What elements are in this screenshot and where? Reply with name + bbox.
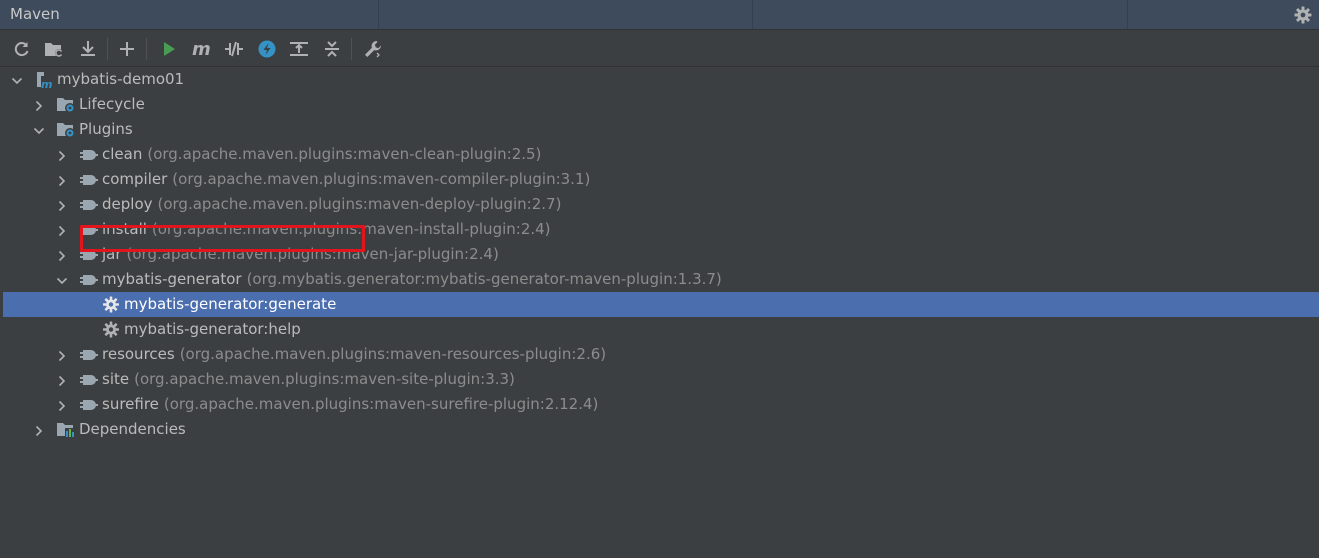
highlight-annotation (80, 225, 365, 252)
plugin-name: resources (102, 345, 175, 363)
chevron-down-icon[interactable] (56, 273, 68, 285)
maven-toolbar: m (0, 30, 1319, 67)
chevron-right-icon[interactable] (56, 373, 68, 387)
plugin-coordinates: (org.apache.maven.plugins:maven-resource… (179, 345, 607, 363)
plugin-coordinates: (org.apache.maven.plugins:maven-site-plu… (134, 370, 515, 388)
toolbar-separator (107, 38, 108, 60)
header-divider (1127, 0, 1128, 29)
plugin-icon (79, 270, 99, 289)
svg-text:m: m (41, 78, 52, 89)
plugin-icon (79, 195, 99, 214)
plugin-icon (79, 395, 99, 414)
dependencies-label: Dependencies (79, 420, 186, 438)
svg-text:m: m (192, 39, 211, 59)
toolbar-separator (146, 38, 147, 60)
plugin-coordinates: (org.apache.maven.plugins:maven-clean-pl… (147, 145, 542, 163)
tool-window-title: Maven (10, 5, 60, 23)
tree-node-plugin[interactable]: resources (org.apache.maven.plugins:maven… (0, 342, 1319, 367)
maven-project-icon: m (34, 70, 54, 91)
tree-node-plugin[interactable]: compiler (org.apache.maven.plugins:maven-… (0, 167, 1319, 192)
generate-sources-icon[interactable] (42, 37, 66, 61)
tree-node-goal-generate[interactable]: mybatis-generator:generate (3, 292, 1319, 317)
plugin-coordinates: (org.apache.maven.plugins:maven-deploy-p… (157, 195, 562, 213)
chevron-right-icon[interactable] (56, 173, 68, 187)
plugin-name: site (102, 370, 130, 388)
chevron-right-icon[interactable] (56, 348, 68, 362)
plugin-coordinates: (org.mybatis.generator:mybatis-generator… (246, 270, 722, 288)
project-label: mybatis-demo01 (57, 70, 185, 88)
toggle-offline-mode-icon[interactable] (222, 37, 246, 61)
chevron-down-icon[interactable] (33, 123, 45, 135)
plugin-icon (79, 145, 99, 164)
chevron-down-icon[interactable] (11, 73, 23, 85)
plugins-folder-icon (56, 120, 76, 139)
tree-node-goal-help[interactable]: mybatis-generator:help (0, 317, 1319, 342)
gear-icon[interactable] (1293, 5, 1313, 25)
toolbar-separator (351, 38, 352, 60)
execute-maven-goal-icon[interactable]: m (190, 37, 214, 61)
plugin-name: deploy (102, 195, 153, 213)
dependencies-folder-icon (56, 420, 76, 439)
lifecycle-folder-icon (56, 95, 76, 114)
tree-node-lifecycle[interactable]: Lifecycle (0, 92, 1319, 117)
tree-node-plugin[interactable]: site (org.apache.maven.plugins:maven-site… (0, 367, 1319, 392)
tree-node-plugin[interactable]: deploy (org.apache.maven.plugins:maven-de… (0, 192, 1319, 217)
tree-node-plugins[interactable]: Plugins (0, 117, 1319, 142)
plugin-name: clean (102, 145, 143, 163)
tree-node-plugin[interactable]: mybatis-generator (org.mybatis.generator:… (0, 267, 1319, 292)
plugin-icon (79, 345, 99, 364)
chevron-right-icon[interactable] (56, 398, 68, 412)
plugin-name: surefire (102, 395, 159, 413)
chevron-right-icon[interactable] (56, 248, 68, 262)
collapse-all-icon[interactable] (320, 37, 344, 61)
reload-all-icon[interactable] (10, 37, 34, 61)
plugin-name: compiler (102, 170, 168, 188)
maven-tool-window: Maven m m mybatis-demo01 Lifecycle Plugi… (0, 0, 1319, 558)
show-dependencies-icon[interactable] (287, 37, 311, 61)
chevron-right-icon[interactable] (33, 98, 45, 112)
plugin-coordinates: (org.apache.maven.plugins:maven-compiler… (172, 170, 591, 188)
plugin-icon (79, 370, 99, 389)
build-tool-settings-icon[interactable] (361, 37, 385, 61)
plugins-label: Plugins (79, 120, 133, 138)
lifecycle-label: Lifecycle (79, 95, 145, 113)
plugin-icon (79, 170, 99, 189)
goal-label: mybatis-generator:generate (124, 295, 337, 313)
gear-icon (101, 295, 121, 314)
tree-node-plugin[interactable]: clean (org.apache.maven.plugins:maven-cle… (0, 142, 1319, 167)
chevron-right-icon[interactable] (56, 148, 68, 162)
tree-node-dependencies[interactable]: Dependencies (0, 417, 1319, 442)
download-sources-icon[interactable] (76, 37, 100, 61)
chevron-right-icon[interactable] (56, 223, 68, 237)
add-maven-project-icon[interactable] (115, 37, 139, 61)
header-divider (378, 0, 379, 29)
tree-node-project[interactable]: m mybatis-demo01 (0, 67, 1319, 92)
plugin-coordinates: (org.apache.maven.plugins:maven-surefire… (163, 395, 599, 413)
chevron-right-icon[interactable] (56, 198, 68, 212)
plugin-name: mybatis-generator (102, 270, 242, 288)
run-maven-build-icon[interactable] (157, 37, 181, 61)
tool-window-header: Maven (0, 0, 1319, 30)
gear-icon (101, 320, 121, 339)
skip-tests-icon[interactable] (255, 37, 279, 61)
chevron-right-icon[interactable] (33, 423, 45, 437)
tree-node-plugin[interactable]: surefire (org.apache.maven.plugins:maven-… (0, 392, 1319, 417)
header-divider (752, 0, 753, 29)
goal-label: mybatis-generator:help (124, 320, 301, 338)
